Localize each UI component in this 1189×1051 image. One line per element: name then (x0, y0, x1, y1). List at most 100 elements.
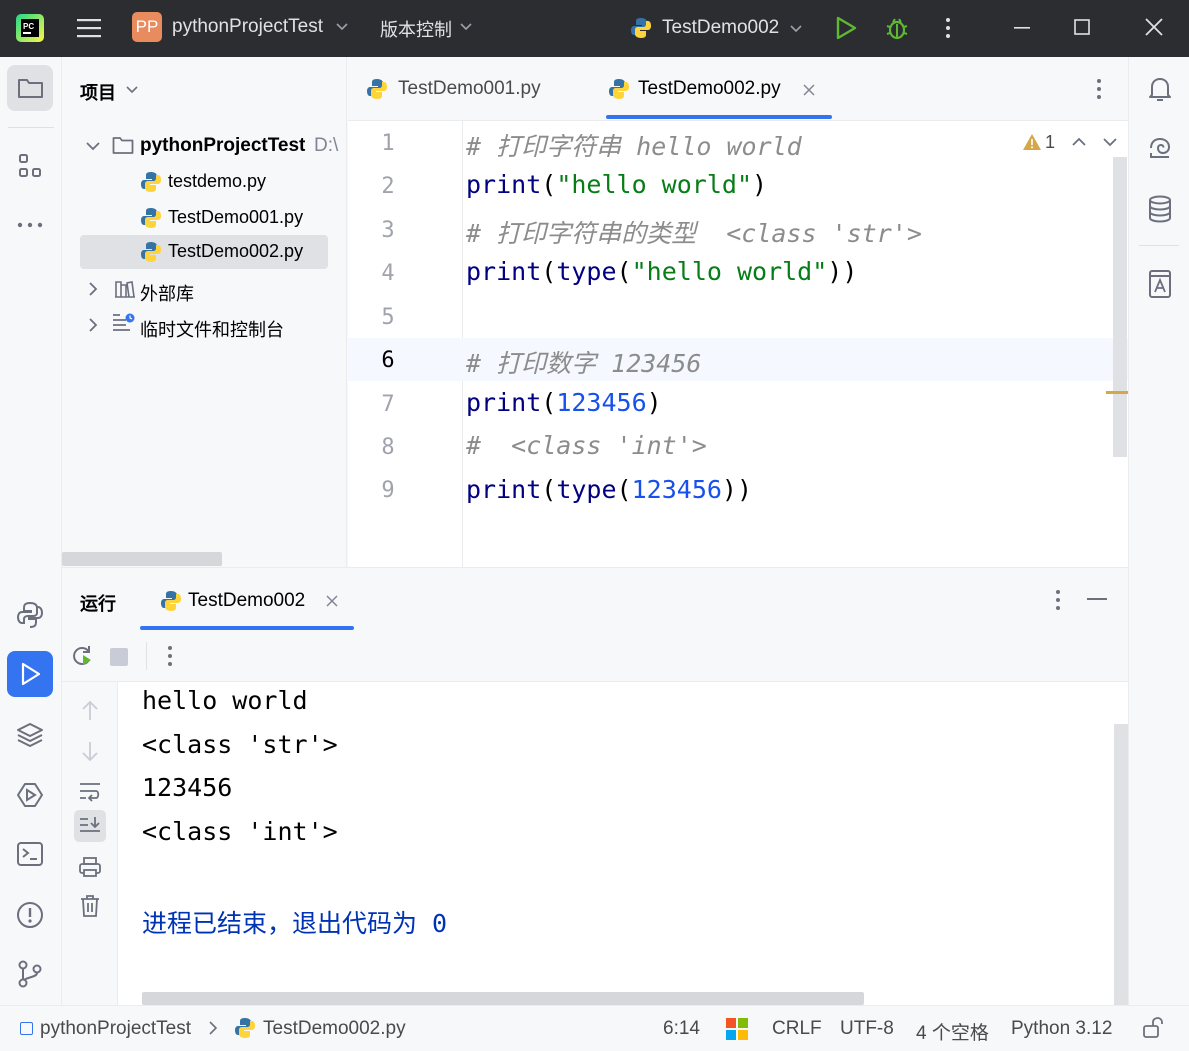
terminal-icon[interactable] (16, 841, 44, 867)
caret-position[interactable]: 6:14 (663, 1018, 700, 1040)
status-bar: pythonProjectTest TestDemo002.py 6:14 CR… (0, 1005, 1189, 1050)
tree-scratches[interactable]: 临时文件和控制台 (80, 313, 340, 341)
project-name: pythonProjectTest (172, 16, 324, 37)
scroll-to-end-button[interactable] (74, 810, 106, 842)
tree-external-libraries[interactable]: 外部库 (80, 277, 330, 305)
code-line-2[interactable]: print("hello world") (466, 170, 767, 199)
windows-logo-icon[interactable] (726, 1018, 748, 1040)
editor-vertical-scrollbar[interactable] (1113, 157, 1127, 457)
line-number: 2 (381, 174, 395, 199)
tree-file-testdemo002[interactable]: TestDemo002.py (80, 235, 328, 269)
project-badge: PP (132, 12, 162, 42)
code-line-4[interactable]: print(type("hello world")) (466, 257, 857, 286)
maximize-icon[interactable] (1074, 19, 1090, 35)
run-tool-button[interactable] (7, 651, 53, 697)
breadcrumb-project[interactable]: pythonProjectTest (40, 1018, 191, 1040)
indent-setting[interactable]: 4 个空格 (916, 1018, 989, 1045)
tree-file-testdemo[interactable]: testdemo.py (140, 169, 340, 197)
chevron-up-icon[interactable] (1072, 137, 1086, 147)
scroll-to-end-icon (80, 817, 100, 832)
options-icon[interactable] (1055, 589, 1061, 611)
lock-icon[interactable] (1142, 1017, 1164, 1039)
token-number: 123456 (556, 388, 647, 417)
project-panel-header[interactable]: 项目 (80, 79, 160, 103)
root-folder-path: D:\ (314, 135, 339, 156)
documentation-icon[interactable] (1147, 269, 1173, 299)
tab-options-icon[interactable] (1096, 78, 1102, 100)
layers-icon[interactable] (16, 721, 44, 749)
stop-button[interactable] (110, 648, 128, 666)
project-panel-title: 项目 (80, 83, 116, 103)
chevron-down-icon[interactable] (86, 141, 100, 151)
database-icon[interactable] (1147, 195, 1173, 223)
notifications-icon[interactable] (1147, 75, 1173, 103)
title-bar: PC PP pythonProjectTest 版本控制 TestDemo002 (0, 0, 1189, 57)
console-output-line: <class 'str'> (142, 730, 338, 759)
run-configuration-selector[interactable]: TestDemo002 (630, 14, 810, 42)
pycharm-logo-icon[interactable]: PC (16, 14, 44, 42)
soft-wrap-icon[interactable] (78, 780, 102, 802)
code-line-3[interactable]: # 打印字符串的类型 <class 'str'> (466, 214, 922, 250)
tab-testdemo001[interactable]: TestDemo001.py (366, 75, 566, 105)
horizontal-scrollbar[interactable] (62, 552, 222, 566)
vcs-menu-label: 版本控制 (380, 20, 452, 40)
inspection-widget[interactable]: 1 (1022, 131, 1122, 157)
structure-icon[interactable] (18, 153, 44, 179)
more-tools-icon[interactable] (16, 221, 44, 229)
code-line-6[interactable]: # 打印数字 123456 (466, 344, 701, 380)
code-line-8[interactable]: # <class 'int'> (466, 431, 707, 460)
python-file-icon (141, 242, 161, 262)
ai-assistant-icon[interactable] (1147, 135, 1173, 161)
chevron-down-icon (790, 25, 802, 33)
chevron-down-icon (126, 86, 138, 94)
print-icon[interactable] (78, 856, 102, 878)
file-encoding[interactable]: UTF-8 (840, 1018, 894, 1040)
warning-icon (1023, 134, 1041, 150)
main-menu-icon[interactable] (76, 16, 102, 40)
run-icon[interactable] (834, 15, 858, 41)
run-tab[interactable]: TestDemo002 (140, 568, 354, 630)
warning-count: 1 (1045, 132, 1056, 152)
close-tab-icon[interactable] (803, 84, 815, 96)
vcs-menu[interactable]: 版本控制 (380, 16, 480, 40)
code-line-1[interactable]: # 打印字符串 hello world (466, 127, 802, 163)
python-console-icon[interactable] (16, 601, 44, 629)
token-paren: ( (541, 388, 557, 417)
tab-label: TestDemo002.py (638, 78, 781, 99)
rerun-icon[interactable] (70, 643, 94, 669)
chevron-right-icon[interactable] (88, 282, 98, 296)
arrow-up-icon[interactable] (80, 700, 100, 722)
chevron-right-icon[interactable] (88, 318, 98, 332)
hide-panel-icon[interactable] (1087, 598, 1107, 601)
tab-testdemo002[interactable]: TestDemo002.py (598, 57, 834, 121)
run-icon (21, 662, 41, 686)
console-horizontal-scrollbar[interactable] (142, 992, 864, 1005)
close-tab-icon[interactable] (326, 595, 338, 607)
editor: TestDemo001.py TestDemo002.py 1 2 3 4 5 … (348, 57, 1128, 567)
more-actions-icon[interactable] (167, 645, 173, 667)
project-tool-button[interactable] (7, 65, 53, 111)
services-icon[interactable] (16, 781, 44, 809)
code-line-9[interactable]: print(type(123456)) (466, 475, 752, 504)
tree-root-node[interactable]: pythonProjectTest D:\ (80, 133, 347, 161)
more-actions-icon[interactable] (944, 16, 952, 40)
file-name: testdemo.py (168, 171, 267, 191)
tab-label: TestDemo001.py (398, 78, 541, 99)
problems-icon[interactable] (16, 901, 44, 929)
tree-file-testdemo001[interactable]: TestDemo001.py (140, 205, 340, 233)
close-icon[interactable] (1145, 18, 1163, 36)
line-separator[interactable]: CRLF (772, 1018, 822, 1040)
run-panel-header: 运行 TestDemo002 (62, 568, 1128, 630)
project-widget[interactable]: PP pythonProjectTest (132, 12, 352, 44)
python-interpreter[interactable]: Python 3.12 (1011, 1018, 1112, 1040)
git-icon[interactable] (16, 959, 44, 989)
minimize-icon[interactable] (1014, 27, 1030, 30)
code-line-7[interactable]: print(123456) (466, 388, 662, 417)
console-vertical-scrollbar[interactable] (1114, 724, 1128, 1006)
arrow-down-icon[interactable] (80, 740, 100, 762)
debug-icon[interactable] (884, 14, 910, 42)
trash-icon[interactable] (80, 894, 100, 918)
breadcrumb-file[interactable]: TestDemo002.py (263, 1018, 406, 1040)
folder-icon (18, 79, 43, 98)
chevron-down-icon[interactable] (1103, 137, 1117, 147)
